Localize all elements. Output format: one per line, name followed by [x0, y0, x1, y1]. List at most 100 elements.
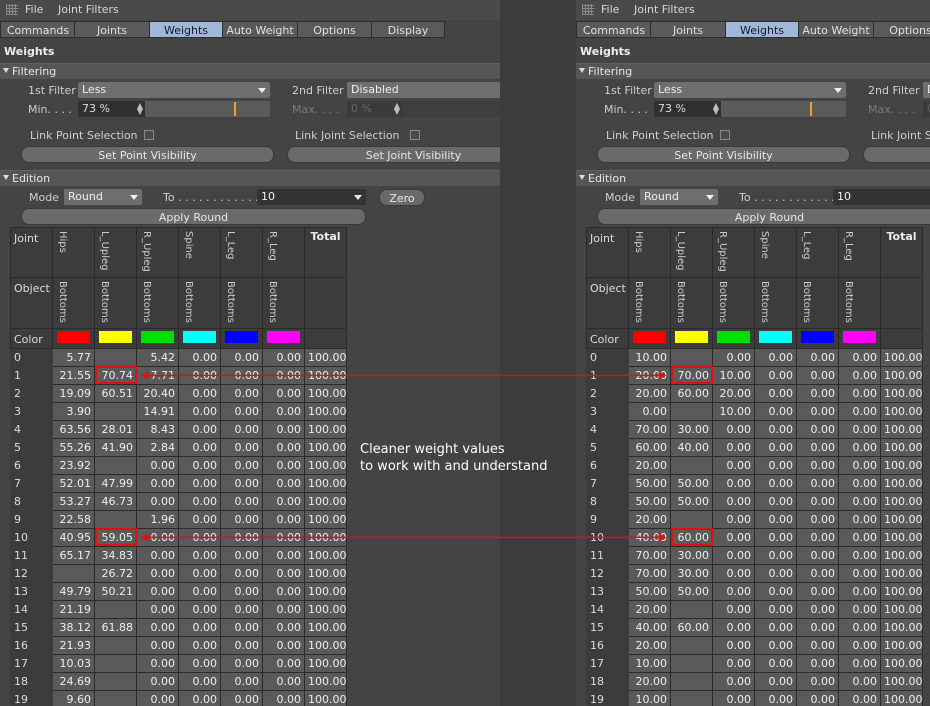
weight-cell[interactable]: 0.00 — [796, 689, 839, 706]
weight-cell[interactable]: 0.00 — [220, 473, 263, 493]
table-row[interactable]: 5 60.00 40.00 0.00 0.00 0.00 0.00 100.00 — [586, 437, 923, 457]
tab-options[interactable]: Options — [297, 21, 372, 38]
total-cell[interactable]: 100.00 — [304, 491, 347, 511]
weight-cell[interactable]: 0.00 — [754, 437, 797, 457]
max-field[interactable]: 0 % ▲▼ — [923, 101, 930, 117]
weight-cell[interactable]: 0.00 — [262, 563, 305, 583]
weight-cell[interactable]: 63.56 — [52, 419, 95, 439]
table-row[interactable]: 6 23.92 0.00 0.00 0.00 0.00 100.00 — [10, 455, 347, 475]
weight-cell[interactable]: 30.00 — [670, 545, 713, 565]
filtering-header[interactable]: Filtering — [576, 63, 930, 79]
weight-cell[interactable]: 0.00 — [754, 419, 797, 439]
first-filter-dropdown[interactable]: Less — [78, 82, 270, 98]
weight-cell[interactable]: 0.00 — [262, 365, 305, 385]
total-cell[interactable]: 100.00 — [304, 509, 347, 529]
weight-cell[interactable]: 10.00 — [712, 365, 755, 385]
weight-cell[interactable]: 0.00 — [838, 455, 881, 475]
total-cell[interactable]: 100.00 — [880, 347, 923, 367]
weight-cell[interactable] — [670, 347, 713, 367]
color-swatch-cell[interactable] — [838, 327, 881, 349]
table-row[interactable]: 19 10.00 0.00 0.00 0.00 0.00 100.00 — [586, 689, 923, 706]
highlighted-weight-cell[interactable]: 59.05 — [94, 527, 137, 547]
weight-cell[interactable]: 0.00 — [220, 635, 263, 655]
tab-auto-weight[interactable]: Auto Weight — [798, 21, 874, 38]
color-swatch[interactable] — [183, 330, 216, 343]
joint-header-hips[interactable]: Hips — [628, 227, 671, 278]
weight-cell[interactable]: 0.00 — [220, 599, 263, 619]
total-cell[interactable]: 100.00 — [304, 437, 347, 457]
weight-cell[interactable]: 50.00 — [628, 581, 671, 601]
table-row[interactable]: 13 50.00 50.00 0.00 0.00 0.00 0.00 100.00 — [586, 581, 923, 601]
joint-header-r-leg[interactable]: R_Leg — [262, 227, 305, 278]
weight-cell[interactable]: 0.00 — [838, 527, 881, 547]
weight-cell[interactable]: 0.00 — [178, 527, 221, 547]
weight-cell[interactable]: 0.00 — [712, 671, 755, 691]
weight-cell[interactable]: 0.00 — [712, 581, 755, 601]
weight-cell[interactable]: 0.00 — [220, 617, 263, 637]
weight-cell[interactable]: 0.00 — [262, 419, 305, 439]
total-cell[interactable]: 100.00 — [304, 365, 347, 385]
weight-cell[interactable] — [670, 599, 713, 619]
weight-cell[interactable]: 38.12 — [52, 617, 95, 637]
table-row[interactable]: 5 55.26 41.90 2.84 0.00 0.00 0.00 100.00 — [10, 437, 347, 457]
weight-cell[interactable]: 0.00 — [796, 455, 839, 475]
weight-cell[interactable]: 0.00 — [754, 473, 797, 493]
joint-header-hips[interactable]: Hips — [52, 227, 95, 278]
total-cell[interactable]: 100.00 — [880, 527, 923, 547]
collapse-triangle-icon[interactable] — [579, 175, 585, 180]
weight-cell[interactable]: 0.00 — [754, 581, 797, 601]
total-cell[interactable]: 100.00 — [304, 563, 347, 583]
weight-cell[interactable]: 14.91 — [136, 401, 179, 421]
weight-cell[interactable]: 8.43 — [136, 419, 179, 439]
weight-cell[interactable]: 0.00 — [712, 617, 755, 637]
total-cell[interactable]: 100.00 — [880, 491, 923, 511]
mode-dropdown[interactable]: Round — [64, 189, 142, 205]
table-row[interactable]: 12 70.00 30.00 0.00 0.00 0.00 0.00 100.00 — [586, 563, 923, 583]
color-swatch-cell[interactable] — [754, 327, 797, 349]
total-cell[interactable]: 100.00 — [880, 617, 923, 637]
min-field[interactable]: 73 % ▲ ▼ — [78, 101, 145, 117]
table-row[interactable]: 7 52.01 47.99 0.00 0.00 0.00 0.00 100.00 — [10, 473, 347, 493]
weight-cell[interactable]: 0.00 — [220, 689, 263, 706]
total-cell[interactable]: 100.00 — [304, 401, 347, 421]
color-swatch[interactable] — [141, 330, 174, 343]
weight-cell[interactable]: 0.00 — [262, 689, 305, 706]
table-row[interactable]: 1 20.00 70.00 10.00 0.00 0.00 0.00 100.00 — [586, 365, 923, 385]
weight-cell[interactable]: 0.00 — [796, 473, 839, 493]
weight-cell[interactable]: 46.73 — [94, 491, 137, 511]
weight-cell[interactable]: 20.00 — [628, 383, 671, 403]
joint-header-l-leg[interactable]: L_Leg — [796, 227, 839, 278]
weight-cell[interactable]: 28.01 — [94, 419, 137, 439]
total-cell[interactable]: 100.00 — [304, 671, 347, 691]
table-row[interactable]: 18 24.69 0.00 0.00 0.00 0.00 100.00 — [10, 671, 347, 691]
weight-cell[interactable]: 0.00 — [796, 527, 839, 547]
weight-cell[interactable]: 0.00 — [838, 653, 881, 673]
weight-cell[interactable]: 0.00 — [136, 473, 179, 493]
weight-cell[interactable]: 50.00 — [628, 491, 671, 511]
weight-cell[interactable]: 5.77 — [52, 347, 95, 367]
apply-round-button[interactable]: Apply Round — [21, 208, 366, 225]
tab-options[interactable]: Options — [873, 21, 930, 38]
color-swatch[interactable] — [801, 330, 834, 343]
weight-cell[interactable]: 0.00 — [178, 563, 221, 583]
total-cell[interactable]: 100.00 — [304, 347, 347, 367]
weight-cell[interactable] — [94, 635, 137, 655]
weight-cell[interactable]: 0.00 — [262, 545, 305, 565]
table-row[interactable]: 0 5.77 5.42 0.00 0.00 0.00 100.00 — [10, 347, 347, 367]
weight-cell[interactable]: 0.00 — [178, 347, 221, 367]
weight-cell[interactable]: 0.00 — [754, 599, 797, 619]
weight-cell[interactable]: 22.58 — [52, 509, 95, 529]
weight-cell[interactable]: 52.01 — [52, 473, 95, 493]
weight-cell[interactable]: 0.00 — [136, 491, 179, 511]
weight-cell[interactable]: 0.00 — [838, 473, 881, 493]
weight-cell[interactable]: 0.00 — [754, 689, 797, 706]
total-cell[interactable]: 100.00 — [880, 599, 923, 619]
weight-cell[interactable]: 26.72 — [94, 563, 137, 583]
weight-cell[interactable]: 0.00 — [178, 437, 221, 457]
weight-cell[interactable] — [94, 509, 137, 529]
table-row[interactable]: 9 22.58 1.96 0.00 0.00 0.00 100.00 — [10, 509, 347, 529]
weight-cell[interactable]: 0.00 — [754, 347, 797, 367]
weight-cell[interactable]: 0.00 — [220, 671, 263, 691]
weight-cell[interactable]: 0.00 — [712, 347, 755, 367]
weight-cell[interactable] — [670, 509, 713, 529]
